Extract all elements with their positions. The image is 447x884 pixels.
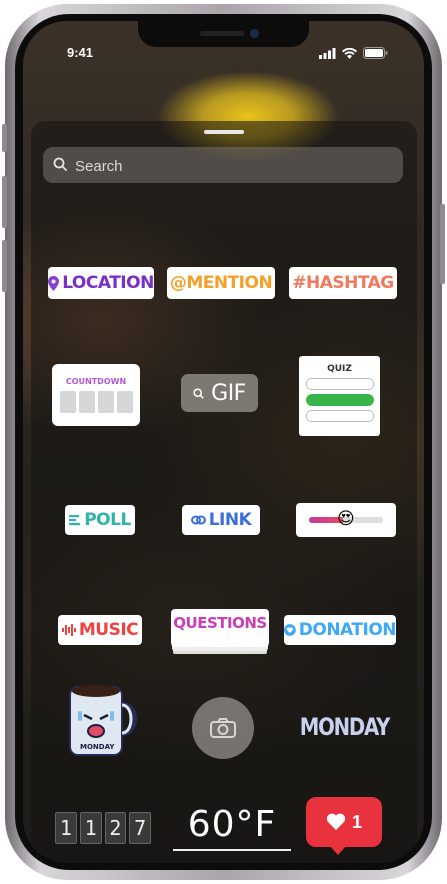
monday-mug-sticker[interactable]: MONDAY <box>66 681 138 761</box>
monday-label: MONDAY <box>299 713 390 741</box>
link-sticker[interactable]: LINK <box>182 505 260 535</box>
hashtag-sticker[interactable]: #HASHTAG <box>289 267 397 299</box>
volume-up-button <box>2 176 7 228</box>
heart-icon <box>326 813 346 830</box>
music-label: MUSIC <box>78 620 139 640</box>
mug-text: MONDAY <box>80 743 115 751</box>
sticker-search-bar[interactable] <box>43 147 403 183</box>
gif-label: GIF <box>211 380 246 406</box>
countdown-sticker[interactable]: COUNTDOWN <box>52 364 140 426</box>
countdown-label: COUNTDOWN <box>65 377 127 386</box>
location-sticker[interactable]: LOCATION <box>48 267 154 299</box>
wifi-icon <box>342 47 357 59</box>
like-count-sticker[interactable]: 1 <box>306 797 382 855</box>
clock-digit: 7 <box>129 812 151 844</box>
status-bar: 9:41 <box>23 44 424 64</box>
quiz-sticker[interactable]: QUIZ <box>299 356 380 436</box>
drag-handle[interactable] <box>204 130 244 134</box>
gif-sticker[interactable]: GIF <box>181 374 258 412</box>
clock-sticker[interactable]: 1 1 2 7 <box>55 811 151 845</box>
questions-label: QUESTIONS <box>173 614 267 632</box>
clock-digit: 1 <box>79 812 102 844</box>
side-button <box>2 124 7 152</box>
temperature-sticker[interactable]: 60°F <box>173 799 291 851</box>
poll-sticker[interactable]: POLL <box>65 505 135 535</box>
donation-sticker[interactable]: DONATION <box>284 615 397 645</box>
battery-icon <box>363 47 388 59</box>
camera-sticker-button[interactable] <box>192 697 254 759</box>
screen: 9:41 LOCATION @MENTION #HASHTAG COUNTDOW… <box>23 21 424 863</box>
music-bars-icon <box>61 624 76 636</box>
emoji-slider-track: 😍 <box>309 509 383 529</box>
camera-icon <box>210 718 236 738</box>
emoji-slider-sticker[interactable]: 😍 <box>296 503 396 537</box>
mention-label: @MENTION <box>169 273 273 293</box>
donation-label: DONATION <box>298 620 397 640</box>
sticker-tray: LOCATION @MENTION #HASHTAG COUNTDOWN GIF… <box>31 121 417 863</box>
like-badge-tail <box>330 846 346 855</box>
power-button <box>440 204 445 284</box>
quiz-option <box>305 378 374 390</box>
poll-label: POLL <box>84 510 131 530</box>
search-icon <box>53 157 67 171</box>
donation-heart-icon <box>284 624 296 636</box>
emoji-slider-thumb[interactable]: 😍 <box>337 508 355 530</box>
temperature-label: 60°F <box>187 803 277 845</box>
location-pin-icon <box>48 275 60 291</box>
gif-search-icon <box>193 387 204 399</box>
cellular-signal-icon <box>319 47 336 59</box>
location-label: LOCATION <box>62 273 154 293</box>
questions-sticker[interactable]: QUESTIONS <box>171 609 269 647</box>
quiz-option-correct <box>305 394 374 406</box>
like-count: 1 <box>351 811 362 832</box>
mention-sticker[interactable]: @MENTION <box>167 267 275 299</box>
music-sticker[interactable]: MUSIC <box>58 615 142 645</box>
link-icon <box>190 515 206 525</box>
quiz-label: QUIZ <box>327 364 352 374</box>
clock-digit: 1 <box>55 812 77 844</box>
monday-text-sticker[interactable]: MONDAY <box>296 711 392 743</box>
poll-icon <box>69 515 81 526</box>
hashtag-label: #HASHTAG <box>292 273 394 293</box>
volume-down-button <box>2 240 7 292</box>
link-label: LINK <box>208 510 252 530</box>
countdown-digit-boxes <box>59 391 133 413</box>
clock-digit: 2 <box>104 812 127 844</box>
status-time: 9:41 <box>67 45 94 60</box>
search-input[interactable] <box>73 153 377 179</box>
quiz-option <box>305 410 374 422</box>
